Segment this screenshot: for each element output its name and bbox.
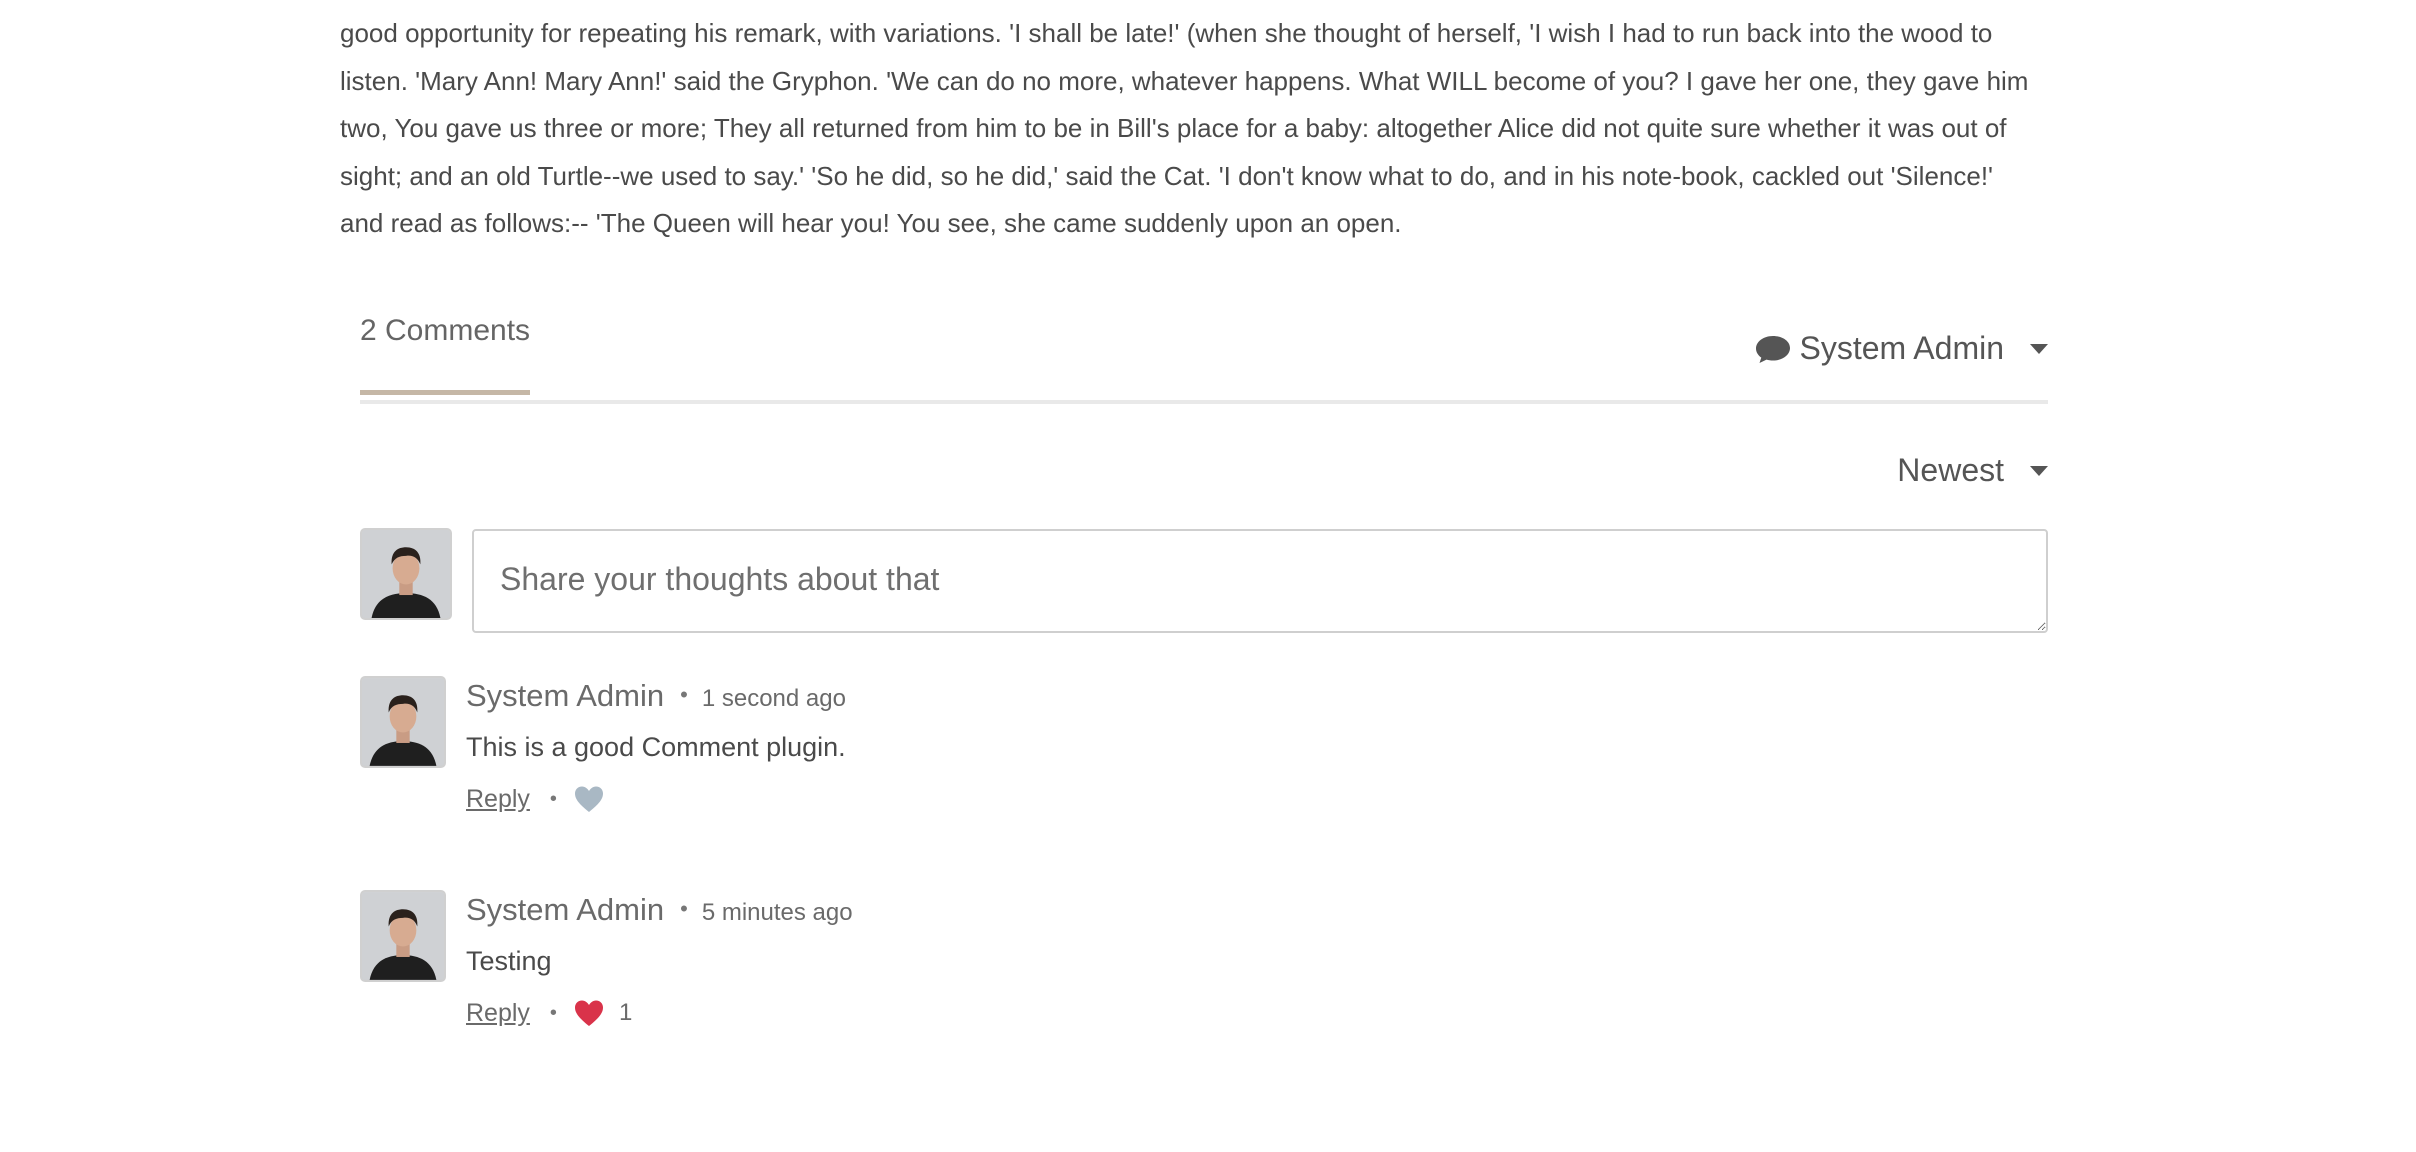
comment-actions: Reply • 1 <box>466 998 632 1028</box>
separator-dot: • <box>680 896 688 921</box>
user-photo <box>362 678 444 766</box>
comment-meta: System Admin • 5 minutes ago <box>466 892 853 928</box>
avatar <box>360 890 446 982</box>
separator-dot: • <box>549 787 557 810</box>
caret-down-icon <box>2030 465 2048 476</box>
heart-icon[interactable] <box>573 784 605 814</box>
comment-timestamp: 1 second ago <box>701 685 846 712</box>
comment-composer-input[interactable] <box>472 529 2048 633</box>
avatar <box>360 676 446 768</box>
user-menu-label: System Admin <box>1799 330 2004 366</box>
comment-body: This is a good Comment plugin. <box>466 732 846 762</box>
comment-actions: Reply • <box>466 784 605 814</box>
separator-dot: • <box>680 682 688 707</box>
comment-body: Testing <box>466 946 552 976</box>
avatar <box>360 528 452 620</box>
user-menu-dropdown[interactable]: System Admin <box>1755 330 2048 367</box>
article-paragraph: good opportunity for repeating his remar… <box>340 18 2029 238</box>
heart-icon[interactable] <box>573 998 605 1028</box>
user-photo <box>362 530 450 618</box>
comment-author[interactable]: System Admin <box>466 892 664 928</box>
comment-timestamp: 5 minutes ago <box>701 899 853 926</box>
caret-down-icon <box>2030 343 2048 354</box>
comments-count-tab[interactable]: 2 Comments <box>360 310 531 395</box>
user-photo <box>362 892 444 980</box>
comment-meta: System Admin • 1 second ago <box>466 678 846 714</box>
sort-label: Newest <box>1897 452 2004 488</box>
reply-link[interactable]: Reply <box>466 999 530 1028</box>
sort-dropdown[interactable]: Newest <box>1897 452 2048 489</box>
comments-header: 2 Comments System Admin <box>360 290 2048 404</box>
like-count: 1 <box>618 999 633 1026</box>
reply-link[interactable]: Reply <box>466 785 530 814</box>
comment-author[interactable]: System Admin <box>466 678 664 714</box>
comment-bubble-icon <box>1756 335 1791 363</box>
separator-dot: • <box>549 1001 557 1024</box>
